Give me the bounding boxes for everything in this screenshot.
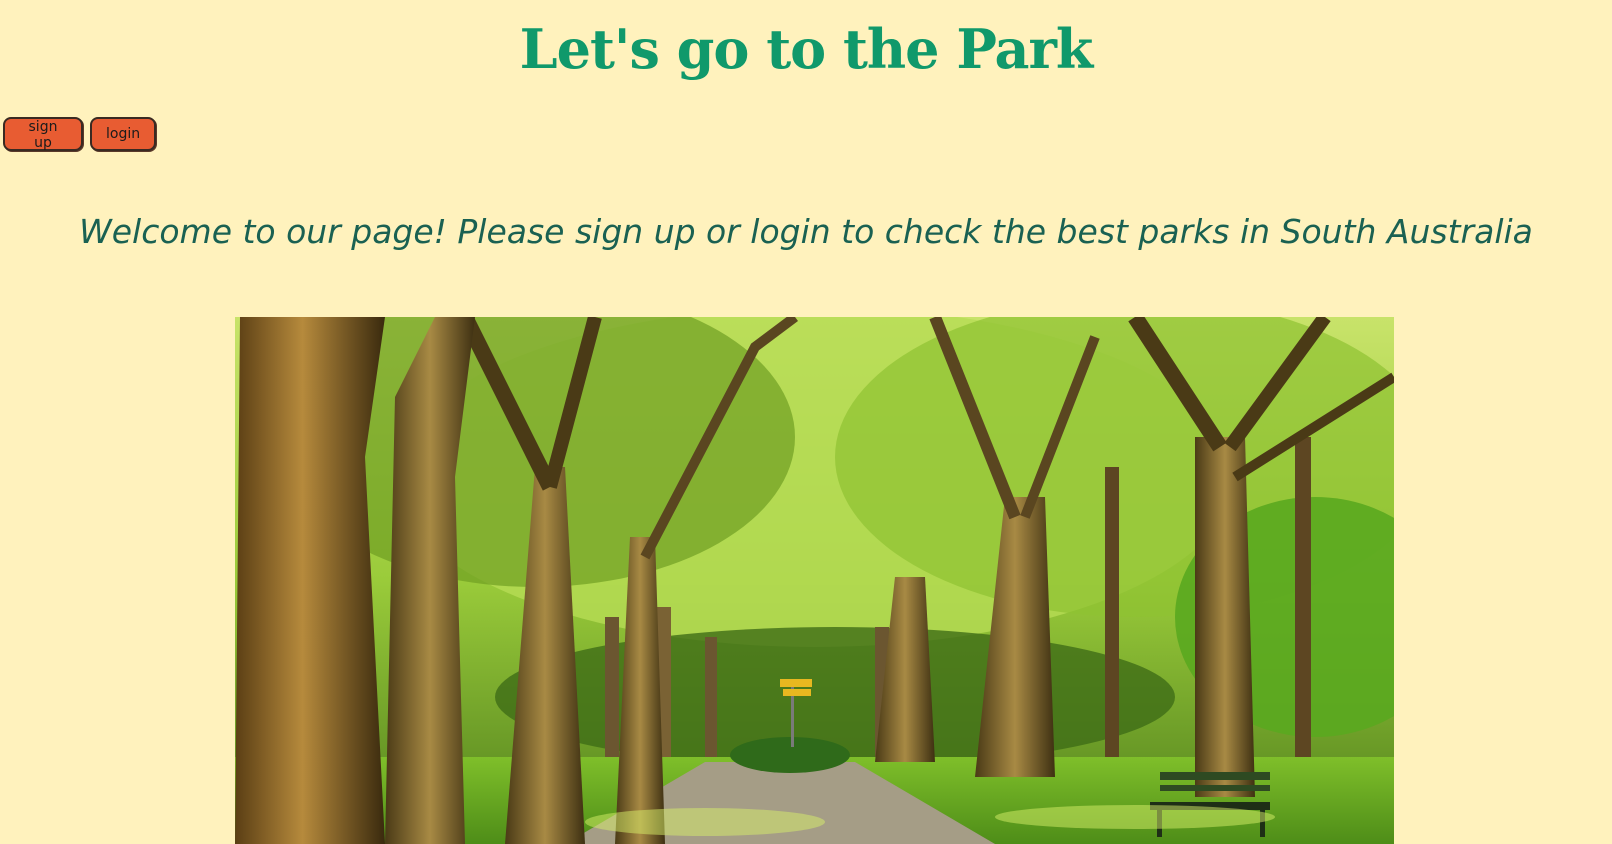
page: Let's go to the Park sign up login Welco… <box>0 0 1612 844</box>
page-title: Let's go to the Park <box>519 17 1094 81</box>
auth-buttons: sign up login <box>3 117 156 151</box>
park-image <box>235 317 1394 844</box>
park-photo <box>235 317 1394 844</box>
login-button[interactable]: login <box>90 117 156 151</box>
sign-up-button[interactable]: sign up <box>3 117 83 151</box>
welcome-message: Welcome to our page! Please sign up or l… <box>79 212 1533 251</box>
